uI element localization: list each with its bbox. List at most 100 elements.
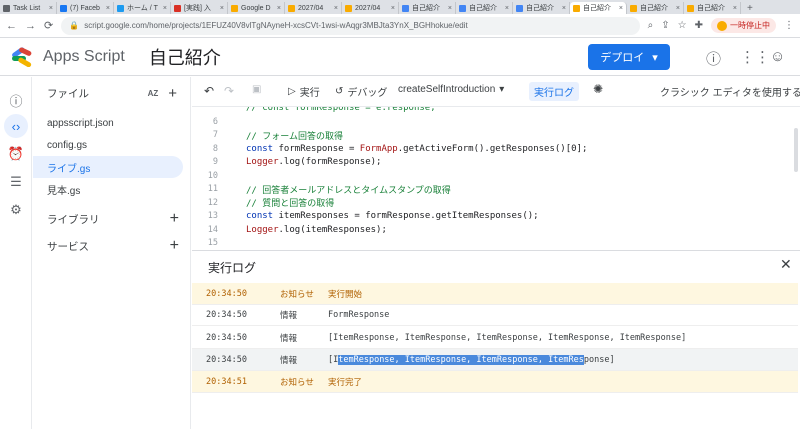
- theme-toggle-icon[interactable]: ✺: [593, 82, 603, 96]
- url-input[interactable]: 🔒 script.google.com/home/projects/1EFUZ4…: [61, 16, 640, 35]
- executions-list-icon[interactable]: ☰: [7, 173, 25, 191]
- line-number: 11: [207, 184, 218, 194]
- keyword-token: const: [246, 211, 279, 221]
- file-item[interactable]: appsscript.json: [33, 112, 191, 134]
- browser-tab[interactable]: 2027/04 ×: [285, 2, 342, 14]
- execution-log-button[interactable]: 実行ログ: [529, 82, 579, 101]
- browser-tab[interactable]: Task List ×: [0, 2, 57, 14]
- browser-tab[interactable]: 自己紹介 ×: [513, 2, 570, 14]
- classic-editor-link[interactable]: クラシック エディタを使用する: [660, 84, 800, 99]
- add-file-icon[interactable]: +: [168, 85, 177, 102]
- debug-button[interactable]: ↺ デバッグ: [335, 84, 387, 99]
- file-item[interactable]: 見本.gs: [33, 178, 191, 200]
- libraries-label: ライブラリ: [47, 213, 100, 226]
- reload-icon[interactable]: ⟳: [44, 19, 53, 32]
- tab-close-icon[interactable]: ×: [562, 5, 566, 12]
- line-number: 13: [207, 211, 218, 221]
- log-message[interactable]: FormResponse: [328, 310, 389, 320]
- tab-close-icon[interactable]: ×: [391, 5, 395, 12]
- tab-close-icon[interactable]: ×: [448, 5, 452, 12]
- tab-label: ホーム / T: [127, 5, 158, 12]
- tab-label: 2027/04: [298, 4, 324, 12]
- account-avatar-icon[interactable]: ☺: [770, 48, 785, 65]
- close-icon[interactable]: ✕: [780, 256, 792, 273]
- function-select[interactable]: createSelfIntroduction ▾: [398, 84, 504, 95]
- log-message[interactable]: 実行完了: [328, 376, 362, 388]
- libraries-section[interactable]: ライブラリ +: [33, 206, 191, 232]
- code-text: Logger.log(formResponse);: [246, 157, 382, 167]
- tab-close-icon[interactable]: ×: [733, 5, 737, 12]
- browser-tab[interactable]: 自己紹介 ×: [399, 2, 456, 14]
- share-icon[interactable]: ⇪: [661, 20, 669, 31]
- add-service-icon[interactable]: +: [170, 237, 179, 255]
- tab-close-icon[interactable]: ×: [619, 5, 623, 12]
- tab-close-icon[interactable]: ×: [676, 5, 680, 12]
- tab-close-icon[interactable]: ×: [163, 5, 167, 12]
- browser-tab[interactable]: Google D ×: [228, 2, 285, 14]
- debug-label: デバッグ: [347, 88, 388, 99]
- log-time: 20:34:50: [206, 354, 247, 365]
- files-label: ファイル: [47, 87, 89, 100]
- log-message[interactable]: 実行開始: [328, 288, 362, 300]
- tab-close-icon[interactable]: ×: [505, 5, 509, 12]
- tab-favicon-icon: [573, 4, 580, 12]
- browser-tab[interactable]: 自己紹介 ×: [627, 2, 684, 14]
- add-library-icon[interactable]: +: [170, 210, 179, 228]
- zoom-icon[interactable]: ⌕: [648, 20, 654, 31]
- new-tab-button[interactable]: +: [741, 3, 759, 14]
- deploy-button[interactable]: デプロイ ▾: [588, 44, 670, 70]
- browser-tab[interactable]: ホーム / T ×: [114, 2, 171, 14]
- file-item[interactable]: config.gs: [33, 134, 191, 156]
- forward-icon[interactable]: →: [25, 20, 36, 32]
- tab-favicon-icon: [402, 4, 409, 12]
- back-icon[interactable]: ←: [6, 20, 17, 32]
- redo-icon[interactable]: ↷: [224, 84, 234, 98]
- tab-close-icon[interactable]: ×: [220, 5, 224, 12]
- browser-tab-strip: Task List × (7) Faceb × ホーム / T × [実践] 入 × Googl…: [0, 0, 800, 14]
- tab-label: 自己紹介: [526, 5, 554, 12]
- browser-tab[interactable]: 2027/04 ×: [342, 2, 399, 14]
- browser-tab[interactable]: (7) Faceb ×: [57, 2, 114, 14]
- url-text: script.google.com/home/projects/1EFUZ40V…: [84, 21, 468, 30]
- log-title: 実行ログ: [208, 261, 257, 275]
- code-editor[interactable]: // const formResponse = e.response; 6 7 // …: [192, 107, 800, 250]
- log-message[interactable]: [ItemResponse, ItemResponse, ItemRespons…: [328, 333, 686, 343]
- tab-close-icon[interactable]: ×: [49, 5, 53, 12]
- services-section[interactable]: サービス +: [33, 233, 191, 259]
- undo-icon[interactable]: ↶: [204, 84, 214, 98]
- deploy-label: デプロイ: [600, 52, 645, 64]
- run-button[interactable]: ▷ 実行: [288, 84, 320, 99]
- profile-paused-button[interactable]: 一時停止中: [711, 18, 776, 33]
- apps-grid-icon[interactable]: ⋮⋮: [740, 48, 770, 66]
- sort-az-icon[interactable]: AZ: [148, 89, 159, 98]
- log-time: 20:34:50: [206, 309, 247, 320]
- code-text: // フォーム回答の取得: [246, 131, 343, 142]
- triggers-alarm-icon[interactable]: ⏰: [7, 145, 25, 163]
- file-panel: ファイル AZ + appsscript.json config.gs ライブ.gs…: [33, 77, 191, 429]
- file-item[interactable]: ライブ.gs: [33, 156, 183, 178]
- line-number: 12: [207, 197, 218, 208]
- project-title[interactable]: 自己紹介: [149, 44, 221, 70]
- editor-code-icon[interactable]: ‹›: [4, 114, 28, 138]
- overview-info-icon[interactable]: ⓘ: [7, 91, 25, 109]
- log-message[interactable]: [ItemResponse, ItemResponse, ItemRespons…: [328, 354, 615, 365]
- bookmark-star-icon[interactable]: ☆: [678, 20, 687, 31]
- save-icon[interactable]: ▣: [252, 84, 261, 95]
- settings-gear-icon[interactable]: ⚙: [7, 201, 25, 219]
- tab-close-icon[interactable]: ×: [106, 5, 110, 12]
- editor-toolbar: ↶ ↷ ▣ ▷ 実行 ↺ デバッグ createSelfIntroduction…: [192, 77, 800, 107]
- help-icon[interactable]: ⓘ: [706, 48, 721, 69]
- browser-tab[interactable]: 自己紹介 ×: [456, 2, 513, 14]
- log-time: 20:34:50: [206, 332, 247, 343]
- browser-tab[interactable]: [実践] 入 ×: [171, 2, 228, 14]
- extension-icon[interactable]: ✚: [695, 20, 703, 31]
- browser-tab[interactable]: 自己紹介 ×: [684, 2, 741, 14]
- editor-scrollbar[interactable]: [794, 128, 798, 172]
- browser-menu-icon[interactable]: ⋮: [784, 20, 794, 31]
- tab-close-icon[interactable]: ×: [334, 5, 338, 12]
- tab-label: Task List: [13, 4, 41, 12]
- tab-favicon-icon: [687, 4, 694, 12]
- tab-close-icon[interactable]: ×: [277, 5, 281, 12]
- line-number: 14: [207, 224, 218, 235]
- browser-tab[interactable]: 自己紹介 ×: [570, 2, 627, 14]
